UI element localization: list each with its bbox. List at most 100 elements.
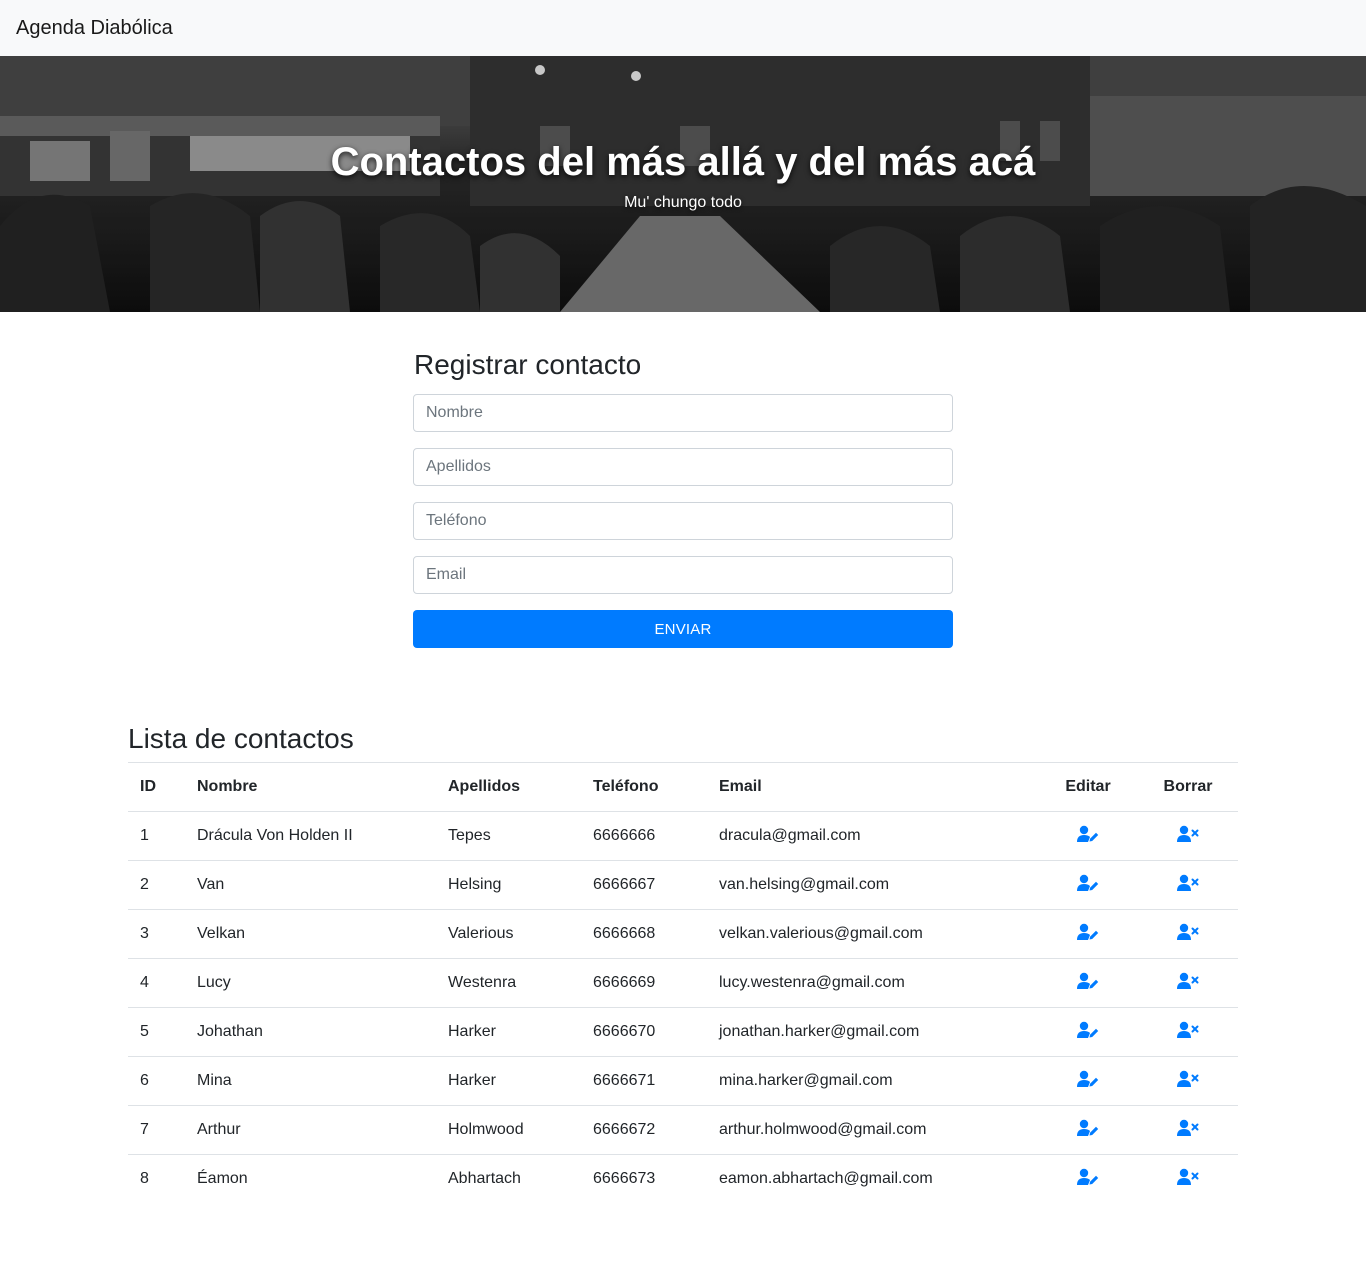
navbar-brand[interactable]: Agenda Diabólica	[16, 17, 173, 40]
user-times-icon[interactable]	[1177, 1119, 1199, 1142]
user-edit-icon[interactable]	[1077, 825, 1099, 848]
cell-nombre: Drácula Von Holden II	[185, 811, 436, 861]
nombre-input[interactable]	[413, 394, 953, 432]
cell-telefono: 6666666	[581, 811, 707, 861]
cell-telefono: 6666671	[581, 1056, 707, 1106]
cell-editar	[1038, 1056, 1138, 1106]
user-times-icon[interactable]	[1177, 874, 1199, 897]
cell-editar	[1038, 811, 1138, 861]
cell-email: velkan.valerious@gmail.com	[707, 909, 1038, 959]
cell-apellidos: Harker	[436, 1056, 581, 1106]
table-row: 5 Johathan Harker 6666670 jonathan.harke…	[128, 1007, 1238, 1057]
cell-apellidos: Tepes	[436, 811, 581, 861]
header-borrar: Borrar	[1138, 762, 1238, 812]
table-row: 4 Lucy Westenra 6666669 lucy.westenra@gm…	[128, 958, 1238, 1008]
cell-email: eamon.abhartach@gmail.com	[707, 1154, 1038, 1204]
apellidos-input[interactable]	[413, 448, 953, 486]
cell-borrar	[1138, 909, 1238, 959]
cell-email: arthur.holmwood@gmail.com	[707, 1105, 1038, 1155]
cell-nombre: Lucy	[185, 958, 436, 1008]
form-title: Registrar contacto	[414, 349, 642, 380]
cell-borrar	[1138, 860, 1238, 910]
user-times-icon[interactable]	[1177, 1021, 1199, 1044]
telefono-input[interactable]	[413, 502, 953, 540]
user-times-icon[interactable]	[1177, 1070, 1199, 1093]
user-edit-icon[interactable]	[1077, 1168, 1099, 1191]
user-edit-icon[interactable]	[1077, 923, 1099, 946]
user-edit-icon[interactable]	[1077, 1070, 1099, 1093]
hero-banner: Contactos del más allá y del más acá Mu'…	[0, 56, 1366, 312]
cell-id: 3	[128, 909, 185, 959]
cell-borrar	[1138, 1105, 1238, 1155]
cell-borrar	[1138, 1154, 1238, 1204]
cell-editar	[1038, 860, 1138, 910]
cell-apellidos: Abhartach	[436, 1154, 581, 1204]
cell-telefono: 6666673	[581, 1154, 707, 1204]
email-input[interactable]	[413, 556, 953, 594]
cell-apellidos: Westenra	[436, 958, 581, 1008]
header-apellidos: Apellidos	[436, 762, 581, 812]
cell-id: 2	[128, 860, 185, 910]
cell-telefono: 6666672	[581, 1105, 707, 1155]
table-row: 2 Van Helsing 6666667 van.helsing@gmail.…	[128, 860, 1238, 910]
cell-borrar	[1138, 1056, 1238, 1106]
cell-apellidos: Holmwood	[436, 1105, 581, 1155]
table-row: 3 Velkan Valerious 6666668 velkan.valeri…	[128, 909, 1238, 959]
table-row: 7 Arthur Holmwood 6666672 arthur.holmwoo…	[128, 1105, 1238, 1155]
cell-email: mina.harker@gmail.com	[707, 1056, 1038, 1106]
cell-email: lucy.westenra@gmail.com	[707, 958, 1038, 1008]
cell-apellidos: Helsing	[436, 860, 581, 910]
cell-email: van.helsing@gmail.com	[707, 860, 1038, 910]
user-times-icon[interactable]	[1177, 825, 1199, 848]
cell-apellidos: Harker	[436, 1007, 581, 1057]
cell-id: 4	[128, 958, 185, 1008]
user-edit-icon[interactable]	[1077, 972, 1099, 995]
cell-telefono: 6666668	[581, 909, 707, 959]
cell-nombre: Mina	[185, 1056, 436, 1106]
hero-title: Contactos del más allá y del más acá	[330, 140, 1036, 184]
cell-id: 6	[128, 1056, 185, 1106]
user-times-icon[interactable]	[1177, 923, 1199, 946]
user-edit-icon[interactable]	[1077, 1021, 1099, 1044]
contacts-table: ID Nombre Apellidos Teléfono Email Edita…	[128, 762, 1238, 1204]
cell-email: dracula@gmail.com	[707, 811, 1038, 861]
cell-nombre: Johathan	[185, 1007, 436, 1057]
contact-list-section: Lista de contactos ID Nombre Apellidos T…	[128, 722, 1238, 1204]
user-edit-icon[interactable]	[1077, 874, 1099, 897]
cell-nombre: Velkan	[185, 909, 436, 959]
cell-editar	[1038, 1007, 1138, 1057]
header-telefono: Teléfono	[581, 762, 707, 812]
list-title: Lista de contactos	[128, 723, 354, 754]
cell-telefono: 6666670	[581, 1007, 707, 1057]
cell-telefono: 6666667	[581, 860, 707, 910]
cell-nombre: Éamon	[185, 1154, 436, 1204]
cell-borrar	[1138, 958, 1238, 1008]
table-header-row: ID Nombre Apellidos Teléfono Email Edita…	[128, 762, 1238, 812]
table-row: 8 Éamon Abhartach 6666673 eamon.abhartac…	[128, 1154, 1238, 1204]
cell-nombre: Van	[185, 860, 436, 910]
user-edit-icon[interactable]	[1077, 1119, 1099, 1142]
table-row: 6 Mina Harker 6666671 mina.harker@gmail.…	[128, 1056, 1238, 1106]
enviar-button[interactable]: ENVIAR	[413, 610, 953, 648]
cell-id: 8	[128, 1154, 185, 1204]
cell-id: 1	[128, 811, 185, 861]
cell-editar	[1038, 909, 1138, 959]
cell-editar	[1038, 1105, 1138, 1155]
cell-borrar	[1138, 811, 1238, 861]
register-contact-form: Registrar contacto ENVIAR	[413, 348, 953, 648]
user-times-icon[interactable]	[1177, 972, 1199, 995]
header-id: ID	[128, 762, 185, 812]
hero-text: Contactos del más allá y del más acá Mu'…	[0, 138, 1366, 212]
hero-subtitle: Mu' chungo todo	[624, 194, 742, 211]
header-editar: Editar	[1038, 762, 1138, 812]
cell-apellidos: Valerious	[436, 909, 581, 959]
header-nombre: Nombre	[185, 762, 436, 812]
cell-editar	[1038, 958, 1138, 1008]
user-times-icon[interactable]	[1177, 1168, 1199, 1191]
cell-telefono: 6666669	[581, 958, 707, 1008]
cell-nombre: Arthur	[185, 1105, 436, 1155]
cell-id: 5	[128, 1007, 185, 1057]
header-email: Email	[707, 762, 1038, 812]
navbar: Agenda Diabólica	[0, 0, 1366, 56]
cell-id: 7	[128, 1105, 185, 1155]
